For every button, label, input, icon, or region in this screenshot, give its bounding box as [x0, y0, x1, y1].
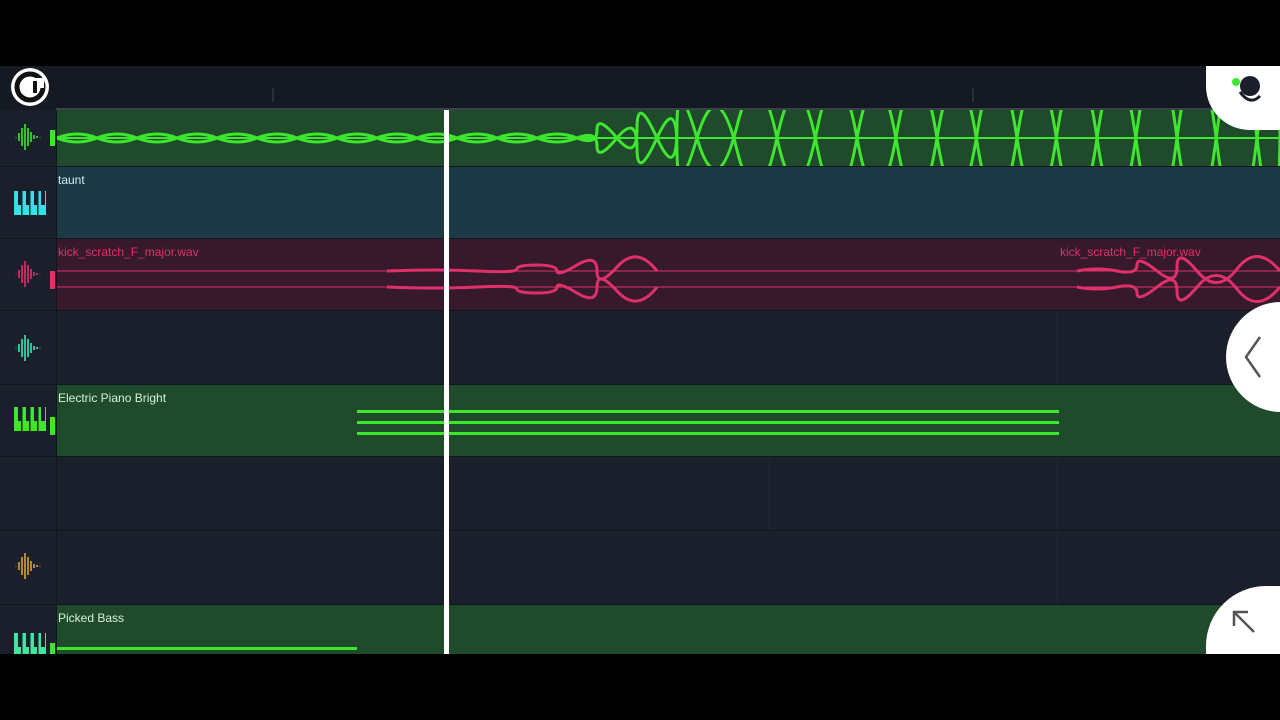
playhead[interactable] — [444, 110, 449, 654]
track-header[interactable] — [0, 239, 57, 310]
piano-keys-icon — [14, 407, 46, 431]
track-row[interactable]: Picked Bass — [0, 605, 1280, 654]
level-meter — [50, 417, 55, 435]
level-meter — [50, 271, 55, 289]
waveform-icon — [15, 335, 41, 361]
empty-lane[interactable] — [57, 311, 1280, 384]
daw-arrangement-view: taunt kick_scratch_F_major.wav kick_scra… — [0, 66, 1280, 654]
track-header[interactable] — [0, 385, 57, 456]
track-row[interactable]: kick_scratch_F_major.wav kick_scratch_F_… — [0, 239, 1280, 311]
bar-gridline — [769, 457, 770, 530]
track-header[interactable] — [0, 457, 57, 530]
audio-clip[interactable] — [57, 110, 1280, 166]
audio-clip[interactable]: kick_scratch_F_major.wav kick_scratch_F_… — [57, 239, 1280, 310]
track-header[interactable] — [0, 531, 57, 604]
level-meter — [50, 130, 55, 146]
piano-keys-icon — [14, 633, 46, 654]
empty-lane[interactable] — [57, 457, 1280, 530]
midi-note[interactable] — [357, 421, 1059, 424]
track-header[interactable] — [0, 311, 57, 384]
track-row[interactable] — [0, 531, 1280, 605]
clip-waveform — [57, 110, 1280, 166]
piano-keys-icon — [14, 191, 46, 215]
track-row[interactable] — [0, 311, 1280, 385]
midi-note[interactable] — [57, 647, 357, 650]
track-header[interactable] — [0, 167, 57, 238]
bar-gridline — [1057, 311, 1058, 384]
empty-lane[interactable] — [57, 531, 1280, 604]
track-header[interactable] — [0, 605, 57, 654]
midi-clip[interactable]: taunt — [57, 167, 1280, 238]
timeline-ruler[interactable] — [0, 66, 1280, 110]
midi-clip[interactable]: Picked Bass — [57, 605, 1280, 654]
clip-label: Picked Bass — [58, 611, 125, 625]
track-row[interactable] — [0, 457, 1280, 531]
track-row[interactable]: taunt — [0, 167, 1280, 239]
midi-clip[interactable]: Electric Piano Bright — [57, 385, 1280, 456]
clip-label: Electric Piano Bright — [58, 391, 167, 405]
midi-note[interactable] — [357, 410, 1059, 413]
chevron-left-icon — [1244, 336, 1262, 378]
track-row[interactable]: Electric Piano Bright — [0, 385, 1280, 457]
ruler-tick — [972, 88, 974, 102]
arrow-up-left-icon — [1232, 610, 1255, 633]
waveform-icon — [15, 261, 41, 287]
avatar-icon[interactable] — [1206, 66, 1280, 130]
ruler-tick — [272, 88, 274, 102]
bar-gridline — [1057, 457, 1058, 530]
bar-gridline — [1057, 531, 1058, 604]
track-row[interactable] — [0, 110, 1280, 167]
level-meter — [50, 643, 55, 654]
clip-waveform — [57, 255, 1280, 303]
app-logo-icon[interactable] — [11, 68, 49, 106]
waveform-icon — [15, 553, 41, 579]
track-header[interactable] — [0, 110, 57, 166]
clip-label: taunt — [58, 173, 85, 187]
waveform-icon — [15, 124, 41, 150]
midi-note[interactable] — [357, 432, 1059, 435]
